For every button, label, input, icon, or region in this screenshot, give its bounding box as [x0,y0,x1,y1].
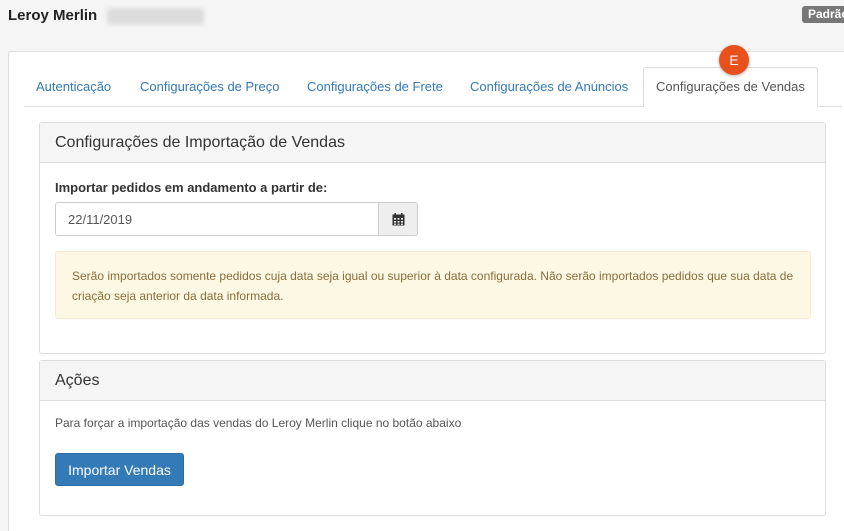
import-settings-title: Configurações de Importação de Vendas [40,123,825,163]
actions-description: Para forçar a importação das vendas do L… [55,416,462,430]
profile-badge[interactable]: Padrão [802,6,844,23]
import-settings-panel: Configurações de Importação de Vendas Im… [39,122,826,354]
tab-autenticacao[interactable]: Autenticação [24,67,123,106]
import-date-input[interactable] [56,203,378,235]
tab-bar: Autenticação Configurações de Preço Conf… [24,67,842,107]
tab-configuracoes-frete[interactable]: Configurações de Frete [295,67,455,106]
tab-configuracoes-preco[interactable]: Configurações de Preço [128,67,291,106]
import-date-label: Importar pedidos em andamento a partir d… [55,180,328,195]
tab-configuracoes-anuncios[interactable]: Configurações de Anúncios [458,67,640,106]
import-date-group [55,202,418,236]
annotation-marker: E [719,45,749,75]
actions-title: Ações [40,361,825,401]
calendar-button[interactable] [378,203,417,235]
actions-panel: Ações Para forçar a importação das venda… [39,360,826,516]
calendar-icon [392,212,404,225]
app-title: Leroy Merlin [8,7,98,24]
top-bar: Leroy Merlin Padrão [0,0,844,32]
import-sales-button[interactable]: Importar Vendas [55,453,184,486]
import-warning-alert: Serão importados somente pedidos cuja da… [55,251,811,319]
blurred-account-name [107,8,204,25]
